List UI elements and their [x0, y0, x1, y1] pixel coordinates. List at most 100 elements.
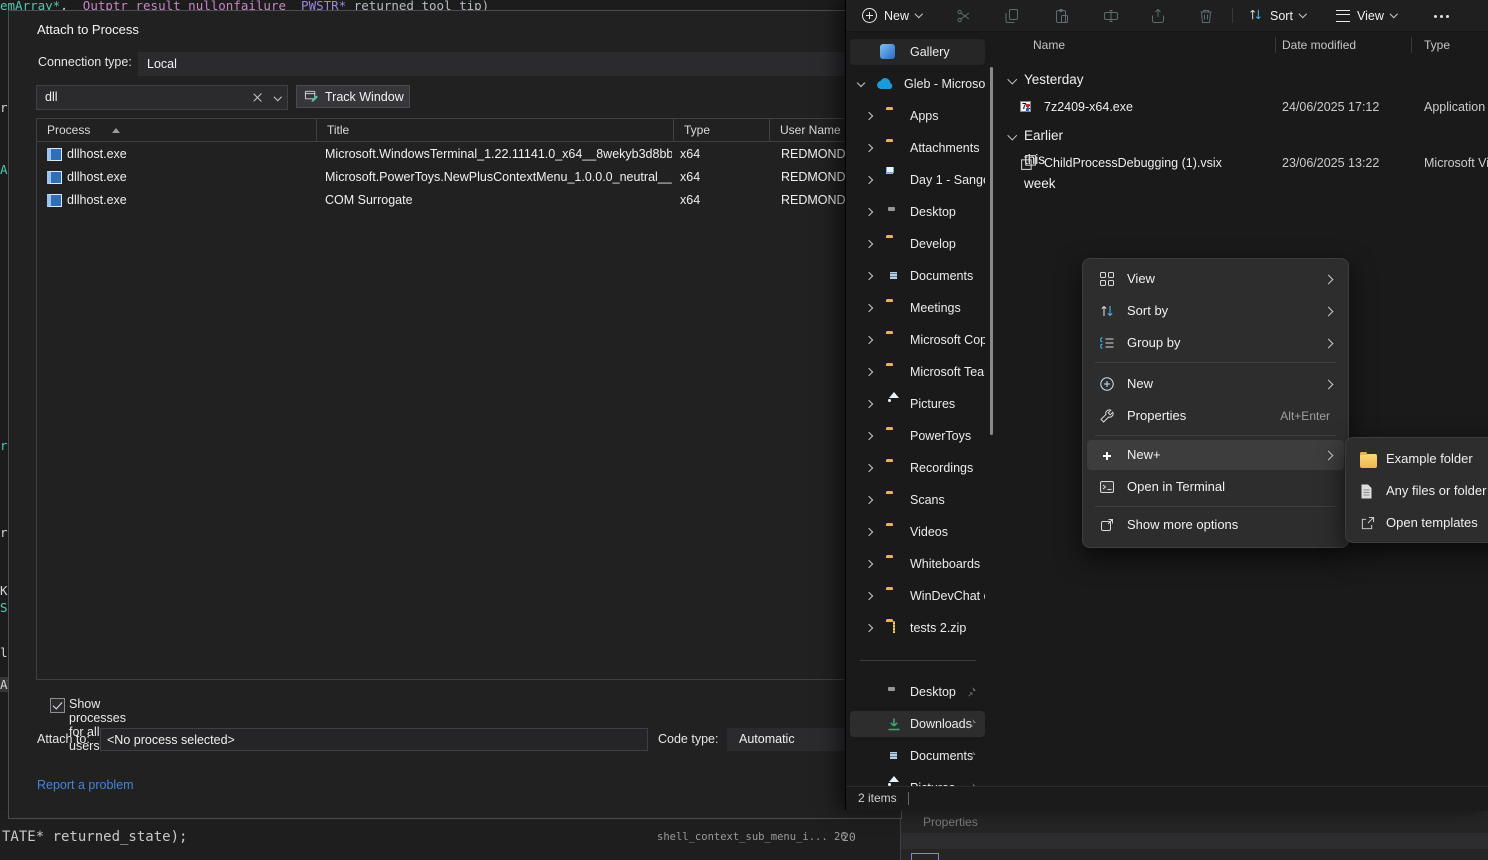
codelens-annotation[interactable]: shell_context_sub_menu_i... 26	[657, 831, 847, 843]
chevron-right-icon[interactable]	[865, 176, 873, 184]
table-row[interactable]: dllhost.exe COM Surrogate x64 REDMOND	[37, 189, 883, 212]
chevron-right-icon[interactable]	[865, 400, 873, 408]
copy-icon[interactable]	[1004, 8, 1020, 24]
column-header-type[interactable]: Type	[674, 119, 770, 141]
sidebar-item-windevchat[interactable]: WinDevChat c	[850, 583, 985, 609]
sidebar-item-meetings[interactable]: Meetings	[850, 295, 985, 321]
chevron-right-icon[interactable]	[865, 624, 873, 632]
sidebar-item-day1[interactable]: Day 1 - Sangee	[850, 167, 985, 193]
menu-item-view[interactable]: View	[1087, 264, 1344, 294]
sidebar-item-videos[interactable]: Videos	[850, 519, 985, 545]
sidebar-item-attachments[interactable]: Attachments	[850, 135, 985, 161]
filter-dropdown-icon[interactable]	[273, 93, 281, 101]
column-header-process[interactable]: Process	[37, 119, 317, 141]
submenu-item-any-files[interactable]: Any files or folder	[1350, 476, 1488, 506]
report-problem-link[interactable]: Report a problem	[37, 778, 134, 792]
sidebar-item-gallery[interactable]: Gallery	[850, 39, 985, 65]
process-filter-input[interactable]: dll	[36, 85, 288, 110]
new-button[interactable]: New	[854, 3, 930, 28]
submenu-arrow-icon	[1324, 380, 1334, 390]
chevron-right-icon[interactable]	[865, 432, 873, 440]
chevron-right-icon[interactable]	[865, 208, 873, 216]
sidebar-item-whiteboards[interactable]: Whiteboards	[850, 551, 985, 577]
chevron-right-icon[interactable]	[865, 144, 873, 152]
menu-item-show-more-options[interactable]: Show more options	[1087, 510, 1344, 540]
app-window-icon	[47, 148, 62, 161]
chevron-right-icon[interactable]	[865, 272, 873, 280]
menu-separator	[1095, 362, 1336, 363]
sidebar-pinned-desktop[interactable]: Desktop	[850, 679, 985, 705]
cut-icon[interactable]	[956, 8, 972, 24]
sidebar-item-pictures[interactable]: Pictures	[850, 391, 985, 417]
menu-item-new[interactable]: New	[1087, 369, 1344, 399]
show-all-users-checkbox[interactable]	[50, 698, 65, 713]
menu-item-new-plus[interactable]: New+	[1087, 440, 1344, 470]
table-row[interactable]: dllhost.exe Microsoft.WindowsTerminal_1.…	[37, 143, 883, 166]
connection-type-combobox[interactable]: Local	[138, 52, 903, 76]
chevron-right-icon[interactable]	[865, 336, 873, 344]
column-separator[interactable]	[1411, 37, 1412, 53]
chevron-right-icon[interactable]	[865, 240, 873, 248]
context-menu: View Sort by Group by New Properties Alt…	[1082, 258, 1349, 548]
chevron-right-icon[interactable]	[865, 496, 873, 504]
menu-item-group-by[interactable]: Group by	[1087, 328, 1344, 358]
properties-focus-box[interactable]	[911, 853, 939, 860]
sidebar-scrollbar[interactable]	[990, 67, 993, 435]
menu-item-open-in-terminal[interactable]: Open in Terminal	[1087, 472, 1344, 502]
sort-button[interactable]: Sort	[1240, 3, 1313, 28]
sidebar-item-develop[interactable]: Develop	[850, 231, 985, 257]
submenu-item-example-folder[interactable]: Example folder	[1350, 444, 1488, 474]
column-header-type[interactable]: Type	[1424, 31, 1450, 59]
grid-icon	[1099, 271, 1115, 287]
submenu-item-open-templates[interactable]: Open templates	[1350, 508, 1488, 538]
column-header-date[interactable]: Date modified	[1282, 31, 1356, 59]
chevron-down-icon[interactable]	[857, 79, 865, 87]
sidebar-item-onedrive[interactable]: Gleb - Microsoft	[850, 71, 985, 97]
sidebar-item-documents[interactable]: Documents	[850, 263, 985, 289]
sidebar-divider	[860, 660, 976, 661]
sidebar-item-recordings[interactable]: Recordings	[850, 455, 985, 481]
sidebar-item-tests-zip[interactable]: tests 2.zip	[850, 615, 985, 641]
codelens-count[interactable]: 20	[842, 830, 856, 844]
sidebar-item-powertoys[interactable]: PowerToys	[850, 423, 985, 449]
table-row[interactable]: dllhost.exe Microsoft.PowerToys.NewPlusC…	[37, 166, 883, 189]
chevron-down-icon[interactable]	[1008, 131, 1017, 140]
chevron-down-icon	[1299, 10, 1307, 18]
paste-icon[interactable]	[1054, 8, 1070, 24]
delete-icon[interactable]	[1198, 8, 1214, 24]
submenu-arrow-icon	[1324, 339, 1334, 349]
more-options-button[interactable]	[1426, 3, 1460, 28]
plus-circle-icon	[1099, 376, 1115, 392]
sidebar-item-scans[interactable]: Scans	[850, 487, 985, 513]
chevron-right-icon[interactable]	[865, 304, 873, 312]
file-row-vsix[interactable]: ChildProcessDebugging (1).vsix 23/06/202…	[994, 150, 1488, 176]
chevron-right-icon[interactable]	[865, 592, 873, 600]
clear-filter-icon[interactable]	[252, 92, 263, 103]
file-row-7zip[interactable]: 7z 7z2409-x64.exe 24/06/2025 17:12 Appli…	[994, 94, 1488, 120]
share-icon[interactable]	[1150, 8, 1166, 24]
track-window-button[interactable]: Track Window	[296, 85, 410, 108]
chevron-right-icon[interactable]	[865, 368, 873, 376]
chevron-right-icon[interactable]	[865, 112, 873, 120]
sidebar-item-microsoft-tear[interactable]: Microsoft Tear	[850, 359, 985, 385]
sidebar-item-microsoft-cop[interactable]: Microsoft Cop	[850, 327, 985, 353]
chevron-right-icon[interactable]	[865, 560, 873, 568]
column-header-title[interactable]: Title	[317, 119, 674, 141]
screen: emArray*, _Outptr_result_nullonfailure_ …	[0, 0, 1488, 860]
dialog-title: Attach to Process	[37, 22, 139, 37]
chevron-down-icon[interactable]	[1008, 75, 1017, 84]
sidebar-item-desktop[interactable]: Desktop	[850, 199, 985, 225]
chevron-right-icon[interactable]	[865, 528, 873, 536]
submenu-arrow-icon	[1324, 451, 1334, 461]
attach-to-field[interactable]: <No process selected>	[100, 728, 648, 751]
column-header-name[interactable]: Name	[1033, 31, 1065, 59]
chevron-right-icon[interactable]	[865, 464, 873, 472]
sidebar-pinned-downloads[interactable]: Downloads	[850, 711, 985, 737]
menu-item-properties[interactable]: Properties Alt+Enter	[1087, 401, 1344, 431]
view-button[interactable]: View	[1328, 3, 1404, 28]
rename-icon[interactable]	[1103, 8, 1119, 24]
menu-item-sort-by[interactable]: Sort by	[1087, 296, 1344, 326]
sidebar-item-apps[interactable]: Apps	[850, 103, 985, 129]
column-separator[interactable]	[1275, 37, 1276, 53]
sidebar-pinned-documents[interactable]: Documents	[850, 743, 985, 769]
